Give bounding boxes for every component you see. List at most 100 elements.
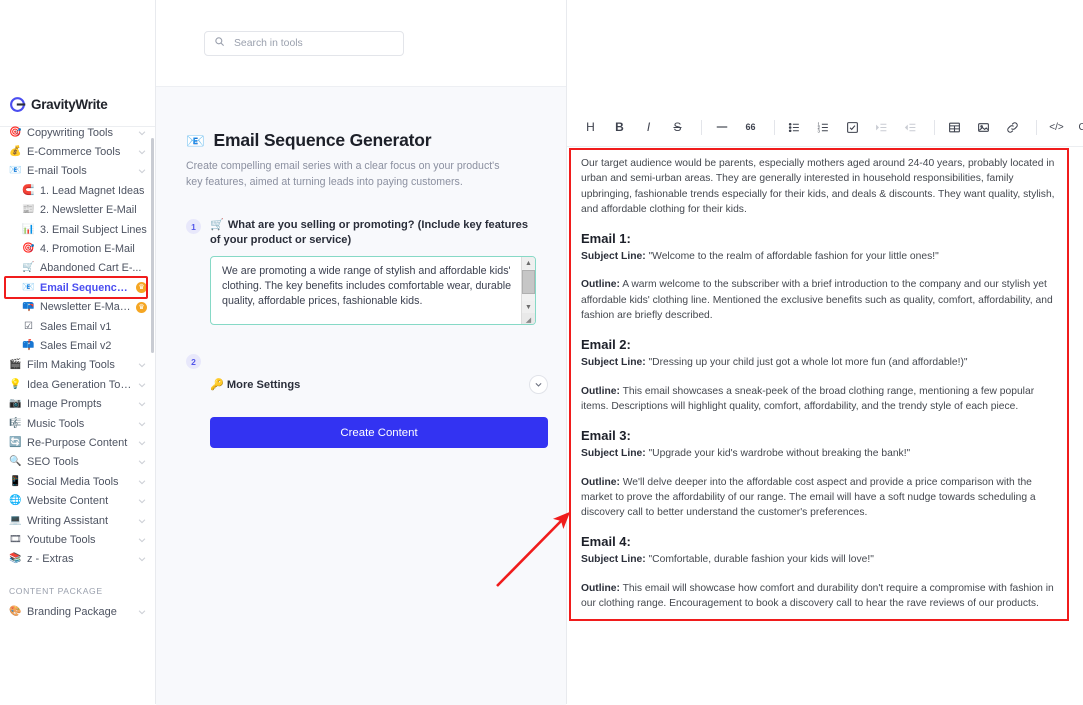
chevron-down-icon[interactable] [137,380,147,390]
sidebar-item-abandoned-cart-e[interactable]: 🛒 Abandoned Cart E-... [0,259,155,278]
outline-label: Outline: [581,279,620,291]
brand-logo[interactable]: GravityWrite [0,86,155,123]
sidebar-item-label: 4. Promotion E-Mail [40,243,135,256]
step-1-label: 🛒 What are you selling or promoting? (Inc… [210,218,536,247]
generated-content-document[interactable]: Our target audience would be parents, es… [571,150,1067,611]
sidebar-item-seo-tools[interactable]: 🔍 SEO Tools [0,453,155,472]
money-bag-icon: 💰 [9,146,22,158]
subject-line-label: Subject Line: [581,357,646,369]
sidebar-item-sales-email-v1[interactable]: ☑ Sales Email v1 [0,317,155,336]
form-step-2[interactable]: 2 🔑 More Settings Create Content [186,353,548,448]
italic-icon[interactable]: I [636,115,661,140]
scroll-up-icon[interactable]: ▲ [522,257,535,269]
create-content-button[interactable]: Create Content [210,417,548,448]
chevron-down-icon[interactable] [137,147,147,157]
svg-text:3: 3 [818,128,821,133]
sidebar-item-newsletter-e-mai[interactable]: 📪 Newsletter E-Mai... ♛ [0,298,155,317]
bullet-list-icon[interactable] [782,115,807,140]
chevron-down-icon[interactable] [137,419,147,429]
search-box[interactable] [204,30,404,56]
subject-line-value: "Upgrade your kid's wardrobe without bre… [645,448,911,460]
magnet-icon: 🧲 [22,184,35,196]
sidebar-section-title: CONTENT PACKAGE [9,585,103,596]
sidebar-item-email-sequence[interactable]: 📧 Email Sequence ... ♛ [0,276,155,300]
sidebar-item-1-lead-magnet-ideas[interactable]: 🧲 1. Lead Magnet Ideas [0,181,155,200]
heading-icon[interactable]: H [578,115,603,140]
check-mail-icon: ☑ [24,320,33,332]
sidebar-item-idea-generation-tools[interactable]: 💡 Idea Generation Tools [0,375,155,394]
checklist-icon[interactable] [840,115,865,140]
sidebar-item-website-content[interactable]: 🌐 Website Content [0,491,155,510]
sidebar-item-e-mail-tools[interactable]: 📧 E-mail Tools [0,162,155,181]
camera-icon: 📷 [9,398,22,410]
resize-grip-icon[interactable]: ◢ [522,313,535,324]
sidebar-item-4-promotion-e-mail[interactable]: 🎯 4. Promotion E-Mail [0,239,155,258]
indent-icon[interactable] [869,115,894,140]
chevron-down-icon[interactable] [137,438,147,448]
outline-label: Outline: [581,582,620,594]
envelope-icon: 📧 [9,165,22,177]
table-icon[interactable] [942,115,967,140]
chevron-down-icon[interactable] [137,457,147,467]
code-block-icon[interactable]: CB [1073,115,1083,140]
sidebar-item-music-tools[interactable]: 🎼 Music Tools [0,414,155,433]
sidebar-item-sales-email-v2[interactable]: 📫 Sales Email v2 [0,336,155,355]
sidebar-item-youtube-tools[interactable]: 🎞 Youtube Tools [0,530,155,549]
tool-title-text: Email Sequence Generator [213,130,432,150]
sidebar-item-re-purpose-content[interactable]: 🔄 Re-Purpose Content [0,433,155,452]
chevron-down-icon[interactable] [137,607,147,617]
scroll-thumb[interactable] [522,270,535,294]
sidebar-item-label: Writing Assistant [27,514,109,527]
product-description-field[interactable]: We are promoting a wide range of stylish… [210,256,536,325]
numbered-list-icon[interactable]: 123 [811,115,836,140]
sidebar-scrollbar[interactable] [151,138,154,353]
chevron-down-icon[interactable] [137,360,147,370]
textarea-scrollbar[interactable]: ▲ ▼ ◢ [521,257,535,324]
chevron-down-icon[interactable] [137,128,147,138]
brand-name: GravityWrite [31,97,108,112]
link-icon[interactable] [1000,115,1025,140]
sidebar-item-label: Film Making Tools [27,359,115,372]
search-input[interactable] [232,36,394,50]
sidebar-item-e-commerce-tools[interactable]: 💰 E-Commerce Tools [0,142,155,161]
email-subject-line: Subject Line: "Comfortable, durable fash… [581,552,1055,567]
sidebar-item-z-extras[interactable]: 📚 z - Extras [0,550,155,569]
sidebar-item-image-prompts[interactable]: 📷 Image Prompts [0,394,155,413]
sidebar-item-label: Youtube Tools [27,533,96,546]
chevron-down-icon[interactable] [137,554,147,564]
horizontal-rule-icon[interactable] [709,115,734,140]
sidebar-item-2-newsletter-e-mail[interactable]: 📰 2. Newsletter E-Mail [0,201,155,220]
email-outline: Outline: This email will showcase how co… [581,581,1055,612]
sidebar-item-branding-package[interactable]: 🎨 Branding Package [0,602,155,621]
product-description-value[interactable]: We are promoting a wide range of stylish… [211,257,521,324]
scroll-down-icon[interactable]: ▼ [522,301,535,313]
chevron-down-icon[interactable] [137,496,147,506]
envelope-icon: 📧 [186,132,205,150]
more-settings-toggle[interactable] [529,375,548,394]
strikethrough-icon[interactable]: S [665,115,690,140]
sidebar-item-writing-assistant[interactable]: 💻 Writing Assistant [0,511,155,530]
sidebar-item-film-making-tools[interactable]: 🎬 Film Making Tools [0,356,155,375]
sidebar-item-copywriting-tools[interactable]: 🎯 Copywriting Tools [0,123,155,142]
sidebar-item-label: Sales Email v1 [40,320,112,333]
chevron-down-icon[interactable] [137,166,147,176]
subject-line-value: "Comfortable, durable fashion your kids … [645,554,874,566]
music-icon: 🎼 [9,417,22,429]
chevron-down-icon[interactable] [137,399,147,409]
chevron-down-icon[interactable] [137,535,147,545]
sidebar-item-social-media-tools[interactable]: 📱 Social Media Tools [0,472,155,491]
outdent-icon[interactable] [898,115,923,140]
chevron-down-icon[interactable] [137,477,147,487]
email-subject-line: Subject Line: "Welcome to the realm of a… [581,249,1055,264]
chevron-down-icon[interactable] [137,516,147,526]
code-icon[interactable]: </> [1044,115,1069,140]
sidebar-scroll-area[interactable]: 🎯 Copywriting Tools 💰 E-Commerce Tools 📧 E-ma… [0,123,155,704]
email-heading: Email 1: [581,231,631,247]
crown-badge-icon: ♛ [136,282,147,294]
blockquote-icon[interactable]: 66 [738,115,763,140]
bold-icon[interactable]: B [607,115,632,140]
email-heading: Email 2: [581,337,631,353]
sidebar-item-3-email-subject-lines[interactable]: 📊 3. Email Subject Lines [0,220,155,239]
sidebar-item-label: SEO Tools [27,456,79,469]
image-icon[interactable] [971,115,996,140]
